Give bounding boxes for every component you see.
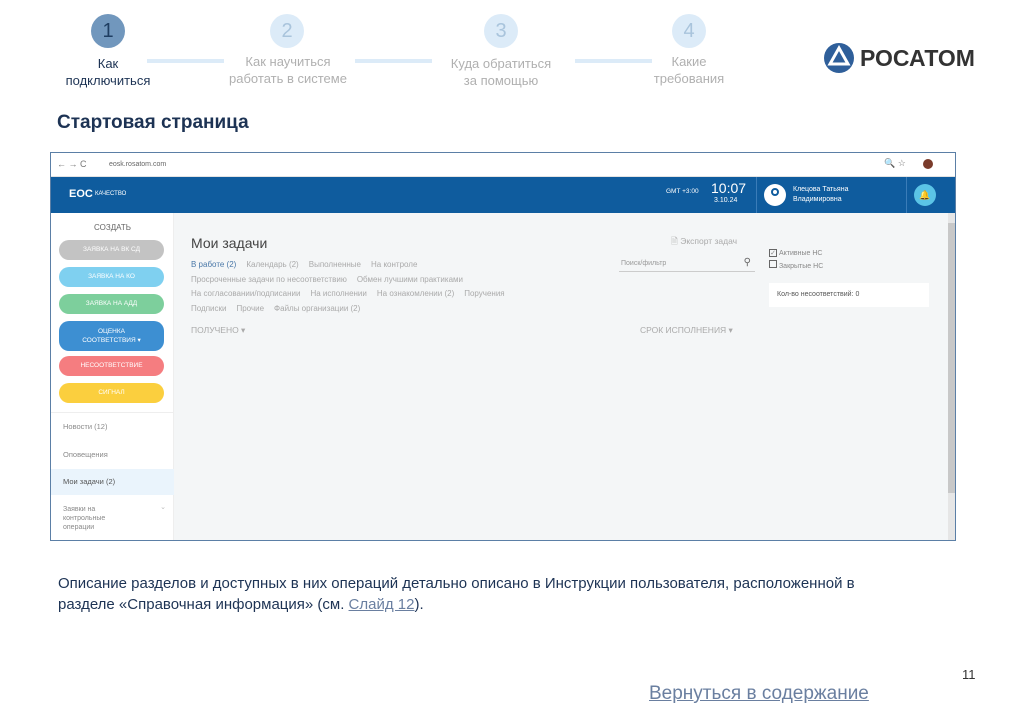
divider bbox=[756, 177, 757, 213]
step-label-line: Какие bbox=[671, 54, 707, 69]
signal-button[interactable]: СИГНАЛ bbox=[59, 383, 164, 403]
profile-icon[interactable] bbox=[923, 159, 933, 169]
step-label-line: работать в системе bbox=[229, 71, 347, 86]
search-input[interactable]: Поиск/фильтр ⚲ bbox=[619, 256, 755, 272]
user-name-line: Владимировна bbox=[793, 196, 842, 203]
url-field[interactable]: eosk.rosatom.com bbox=[109, 161, 166, 168]
nc-count: Кол-во несоответствий: 0 bbox=[777, 291, 860, 298]
divider bbox=[906, 177, 907, 213]
task-tabs: В работе (2) Календарь (2) Выполненные На к… bbox=[191, 257, 591, 315]
checkbox-label: Активные НС bbox=[778, 250, 823, 257]
description-end: ). bbox=[414, 596, 424, 613]
step-label-line: требования bbox=[653, 71, 725, 86]
page-title: Стартовая страница bbox=[57, 112, 249, 133]
description: Описание разделов и доступных в них опер… bbox=[58, 573, 858, 615]
slide-12-link[interactable]: Слайд 12 bbox=[349, 596, 415, 613]
tab-on-control[interactable]: На контроле bbox=[371, 260, 417, 269]
nav-line: контрольные bbox=[63, 515, 106, 522]
step-4-label[interactable]: Какие требования bbox=[614, 53, 764, 87]
rosatom-emblem-icon bbox=[824, 43, 854, 73]
zoom-star-icon[interactable]: 🔍 ☆ bbox=[884, 158, 906, 169]
tab-familiarization[interactable]: На ознакомлении (2) bbox=[377, 289, 454, 298]
nc-count-box: Кол-во несоответствий: 0 bbox=[769, 283, 929, 307]
logo-text: РОСАТОМ bbox=[860, 44, 975, 71]
step-label-line: Как научиться bbox=[245, 54, 331, 69]
checkbox-label: Закрытые НС bbox=[778, 263, 824, 270]
page-number: 11 bbox=[962, 667, 976, 682]
timezone: GMT +3:00 bbox=[666, 188, 699, 195]
step-label-line: за помощью bbox=[463, 73, 539, 88]
closed-nc-checkbox[interactable]: Закрытые НС bbox=[769, 260, 823, 273]
app-logo-sub: КАЧЕСТВО bbox=[95, 191, 127, 197]
search-icon[interactable]: ⚲ bbox=[744, 257, 751, 268]
button-line: СООТВЕТСТВИЯ ▾ bbox=[82, 337, 141, 344]
step-3-label[interactable]: Куда обратиться за помощью bbox=[426, 55, 576, 89]
tab-assignments[interactable]: Поручения bbox=[464, 289, 504, 298]
sidebar: СОЗДАТЬ ЗАЯВКА НА ВК СД ЗАЯВКА НА КО ЗАЯ… bbox=[51, 213, 174, 540]
sidebar-item-control-requests[interactable]: Заявки на контрольные операции ⌄ bbox=[51, 504, 174, 532]
tab-approval[interactable]: На согласовании/подписании bbox=[191, 289, 300, 298]
chevron-down-icon: ⌄ bbox=[160, 504, 166, 511]
browser-bar: ← → C eosk.rosatom.com 🔍 ☆ bbox=[51, 153, 955, 177]
active-nc-checkbox[interactable]: ✓ Активные НС bbox=[769, 247, 823, 260]
sort-received[interactable]: ПОЛУЧЕНО ▾ bbox=[191, 325, 245, 336]
main-title: Мои задачи bbox=[191, 235, 268, 251]
request-add-button[interactable]: ЗАЯВКА НА АДД bbox=[59, 294, 164, 314]
step-2-label[interactable]: Как научиться работать в системе bbox=[213, 53, 363, 87]
tab-execution[interactable]: На исполнении bbox=[310, 289, 366, 298]
notifications-bell-icon[interactable]: 🔔 bbox=[914, 184, 936, 206]
app-logo[interactable]: ЕОС bbox=[69, 188, 93, 200]
tab-best-practices[interactable]: Обмен лучшими практиками bbox=[357, 275, 463, 284]
sort-deadline[interactable]: СРОК ИСПОЛНЕНИЯ ▾ bbox=[640, 325, 733, 336]
app-header: ЕОС КАЧЕСТВО GMT +3:00 10:07 3.10.24 Кле… bbox=[51, 177, 955, 213]
scrollbar-thumb[interactable] bbox=[948, 223, 955, 493]
tab-in-progress[interactable]: В работе (2) bbox=[191, 260, 236, 269]
checkbox-icon bbox=[769, 260, 777, 268]
checkbox-checked-icon: ✓ bbox=[769, 249, 777, 257]
filters: ✓ Активные НС Закрытые НС bbox=[769, 247, 823, 273]
request-ko-button[interactable]: ЗАЯВКА НА КО bbox=[59, 267, 164, 287]
clock-date: 3.10.24 bbox=[714, 197, 738, 204]
tab-calendar[interactable]: Календарь (2) bbox=[246, 260, 298, 269]
clock-time: 10:07 bbox=[711, 180, 747, 196]
conformity-assessment-button[interactable]: ОЦЕНКА СООТВЕТСТВИЯ ▾ bbox=[59, 321, 164, 351]
request-vk-sd-button[interactable]: ЗАЯВКА НА ВК СД bbox=[59, 240, 164, 260]
description-text: Описание разделов и доступных в них опер… bbox=[58, 575, 855, 613]
user-name-line: Клецова Татьяна bbox=[793, 186, 849, 193]
step-4-circle[interactable]: 4 bbox=[672, 14, 706, 48]
step-1-circle[interactable]: 1 bbox=[91, 14, 125, 48]
nav-line: Заявки на bbox=[63, 506, 96, 513]
step-label-line: подключиться bbox=[65, 73, 151, 88]
step-label-line: Как bbox=[97, 56, 119, 71]
step-2-circle[interactable]: 2 bbox=[270, 14, 304, 48]
scrollbar[interactable] bbox=[948, 213, 955, 540]
nonconformity-button[interactable]: НЕСООТВЕТСТВИЕ bbox=[59, 356, 164, 376]
user-avatar-icon[interactable] bbox=[764, 184, 786, 206]
app-screenshot: ← → C eosk.rosatom.com 🔍 ☆ ЕОС КАЧЕСТВО … bbox=[50, 152, 956, 541]
divider bbox=[51, 412, 174, 413]
tab-completed[interactable]: Выполненные bbox=[309, 260, 361, 269]
back-to-contents-link[interactable]: Вернуться в содержание bbox=[649, 683, 869, 705]
tab-other[interactable]: Прочие bbox=[236, 304, 264, 313]
tab-subscriptions[interactable]: Подписки bbox=[191, 304, 226, 313]
nav-back-forward-reload-icon[interactable]: ← → C bbox=[57, 159, 87, 169]
export-label: Экспорт задач bbox=[680, 236, 738, 246]
sidebar-item-notifications[interactable]: Оповещения bbox=[51, 450, 174, 459]
sidebar-item-my-tasks[interactable]: Мои задачи (2) bbox=[51, 469, 174, 495]
button-line: ОЦЕНКА bbox=[97, 328, 125, 335]
nav-line: операции bbox=[63, 524, 95, 531]
step-label-line: Куда обратиться bbox=[450, 56, 552, 71]
search-placeholder: Поиск/фильтр bbox=[621, 260, 667, 267]
user-name[interactable]: Клецова Татьяна Владимировна bbox=[793, 185, 848, 205]
main-content: Мои задачи В работе (2) Календарь (2) Выпо… bbox=[175, 213, 955, 540]
export-tasks-link[interactable]: 🗎 Экспорт задач bbox=[671, 236, 737, 250]
step-connector bbox=[355, 59, 432, 63]
tab-overdue[interactable]: Просроченные задачи по несоответствию bbox=[191, 275, 347, 284]
step-3-circle[interactable]: 3 bbox=[484, 14, 518, 48]
rosatom-logo: РОСАТОМ bbox=[823, 42, 975, 74]
sidebar-item-news[interactable]: Новости (12) bbox=[51, 422, 174, 431]
create-heading: СОЗДАТЬ bbox=[94, 223, 131, 232]
tab-org-files[interactable]: Файлы организации (2) bbox=[274, 304, 360, 313]
